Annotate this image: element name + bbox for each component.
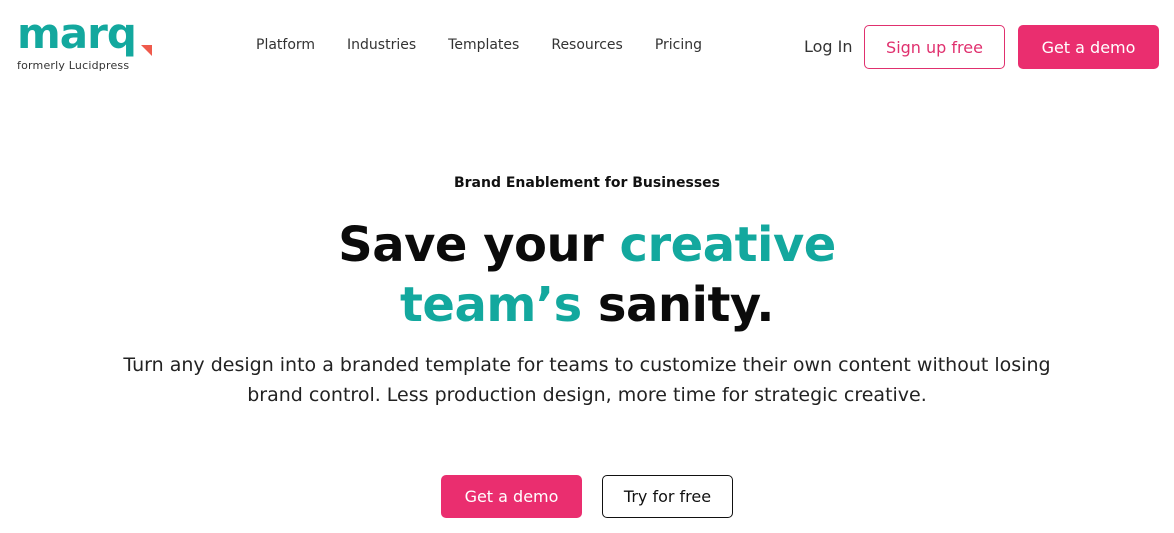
main-nav: Platform Industries Templates Resources … <box>256 37 734 53</box>
nav-item-platform[interactable]: Platform <box>256 37 315 53</box>
logo[interactable]: marq formerly Lucidpress <box>17 9 152 72</box>
nav-item-industries[interactable]: Industries <box>347 37 416 53</box>
nav-item-templates[interactable]: Templates <box>448 37 519 53</box>
try-for-free-button[interactable]: Try for free <box>602 475 733 518</box>
nav-item-pricing[interactable]: Pricing <box>655 37 702 53</box>
header-get-demo-button[interactable]: Get a demo <box>1018 25 1159 69</box>
signup-button[interactable]: Sign up free <box>864 25 1005 69</box>
logo-tagline: formerly Lucidpress <box>17 59 130 72</box>
headline-accent-1: creative <box>619 217 837 273</box>
headline-text-2: sanity. <box>581 277 775 333</box>
headline-accent-2: team’s <box>399 277 582 333</box>
nav-item-resources[interactable]: Resources <box>551 37 623 53</box>
login-link[interactable]: Log In <box>804 37 853 56</box>
logo-wordmark: marq <box>17 9 137 58</box>
hero-headline: Save your creative team’s sanity. <box>0 215 1174 335</box>
hero-get-demo-button[interactable]: Get a demo <box>441 475 582 518</box>
hero-eyebrow: Brand Enablement for Businesses <box>453 175 720 191</box>
hero-description: Turn any design into a branded template … <box>123 354 1051 406</box>
logo-mark-icon <box>141 45 152 56</box>
headline-text-1: Save your <box>338 217 620 273</box>
